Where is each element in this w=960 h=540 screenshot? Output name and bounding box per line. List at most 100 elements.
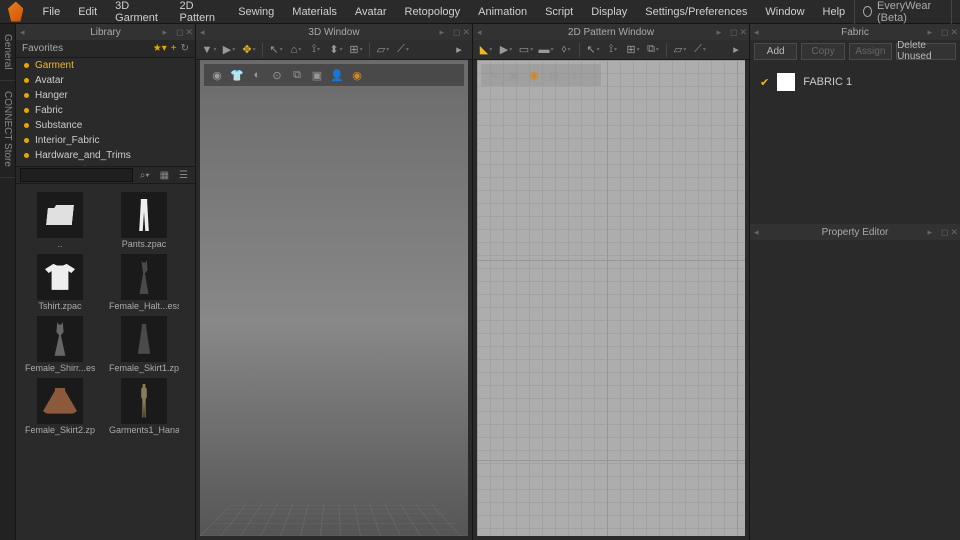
cat-garment[interactable]: Garment bbox=[16, 58, 195, 73]
cat-substance[interactable]: Substance bbox=[16, 118, 195, 133]
tool-2d-sew[interactable]: ⧉▾ bbox=[644, 41, 662, 59]
chevron-right-icon[interactable]: ▸ bbox=[927, 227, 932, 238]
fabric-add-button[interactable]: Add bbox=[754, 43, 797, 60]
shelf2-brush-icon[interactable]: ✎ bbox=[487, 68, 501, 82]
tool-pin[interactable]: ↖▾ bbox=[267, 41, 285, 59]
cat-scene[interactable]: Scene_and_Props bbox=[16, 163, 195, 166]
lib-item-garments1[interactable]: Garments1_Hana.zpac bbox=[104, 378, 184, 436]
tool-iron[interactable]: ▱▾ bbox=[374, 41, 392, 59]
chevron-left-icon[interactable]: ◂ bbox=[200, 27, 205, 38]
tool-select[interactable]: ▶▾ bbox=[220, 41, 238, 59]
grid-icon[interactable]: ▦ bbox=[157, 170, 172, 181]
shelf2-export-icon[interactable]: ⇪ bbox=[567, 68, 581, 82]
3d-viewport[interactable]: ◉ 👕 ◐ ⊙ ⧉ ▣ 👤 ◉ bbox=[200, 60, 468, 536]
add-fav-icon[interactable]: + bbox=[171, 43, 177, 54]
fabric-copy-button[interactable]: Copy bbox=[801, 43, 844, 60]
fabric-delete-button[interactable]: Delete Unused bbox=[896, 43, 956, 60]
popout-icon[interactable]: ◻ bbox=[176, 27, 183, 38]
tool-2d-seam[interactable]: ⊞▾ bbox=[624, 41, 642, 59]
chevron-left-icon[interactable]: ◂ bbox=[20, 27, 25, 38]
close-icon[interactable]: ✕ bbox=[950, 227, 958, 238]
menu-edit[interactable]: Edit bbox=[69, 2, 106, 22]
tab-connect-store[interactable]: CONNECT Store bbox=[0, 81, 15, 178]
popout-icon[interactable]: ◻ bbox=[941, 227, 948, 238]
popout-icon[interactable]: ◻ bbox=[730, 27, 737, 38]
cat-hardware[interactable]: Hardware_and_Trims bbox=[16, 148, 195, 163]
tool-2d-transform[interactable]: ▶▾ bbox=[497, 41, 515, 59]
tool-2d-notch[interactable]: ⟟▾ bbox=[604, 41, 622, 59]
menu-help[interactable]: Help bbox=[814, 2, 855, 22]
tool-more[interactable]: ▸ bbox=[450, 41, 468, 59]
tool-arrange[interactable]: ⊞▾ bbox=[347, 41, 365, 59]
tool-2d-edit[interactable]: ◣▾ bbox=[477, 41, 495, 59]
chevron-right-icon[interactable]: ▸ bbox=[439, 27, 444, 38]
search-icon[interactable]: ⌕▾ bbox=[137, 170, 153, 181]
close-icon[interactable]: ✕ bbox=[185, 27, 193, 38]
menu-window[interactable]: Window bbox=[756, 2, 813, 22]
cat-interior-fabric[interactable]: Interior_Fabric bbox=[16, 133, 195, 148]
tool-mesh[interactable]: ⌂▾ bbox=[287, 41, 305, 59]
2d-viewport[interactable]: ✎ ▣ ◉ ▦ ⇪ bbox=[477, 60, 745, 536]
chevron-right-icon[interactable]: ▸ bbox=[927, 27, 932, 38]
lib-item-pants[interactable]: Pants.zpac bbox=[104, 192, 184, 250]
refresh-icon[interactable]: ↻ bbox=[181, 43, 189, 54]
tool-2d-rect[interactable]: ▬▾ bbox=[537, 41, 555, 59]
shelf2-texture-icon[interactable]: ▣ bbox=[507, 68, 521, 82]
shelf-avatar2-icon[interactable]: 👤 bbox=[330, 68, 344, 82]
shelf2-color-icon[interactable]: ◉ bbox=[527, 68, 541, 82]
search-input[interactable] bbox=[20, 168, 133, 182]
tool-2d-iron[interactable]: ▱▾ bbox=[671, 41, 689, 59]
tool-2d-trace[interactable]: ⟋▾ bbox=[691, 41, 709, 59]
popout-icon[interactable]: ◻ bbox=[453, 27, 460, 38]
shelf-avatar-icon[interactable]: ◐ bbox=[250, 68, 264, 82]
lib-item-halter[interactable]: Female_Halt...ess.zpac bbox=[104, 254, 184, 312]
tool-2d-more[interactable]: ▸ bbox=[727, 41, 745, 59]
list-icon[interactable]: ☰ bbox=[176, 170, 191, 181]
shelf2-grid-icon[interactable]: ▦ bbox=[547, 68, 561, 82]
tool-2d-polygon[interactable]: ▭▾ bbox=[517, 41, 535, 59]
close-icon[interactable]: ✕ bbox=[739, 27, 747, 38]
lib-item-up[interactable]: .. bbox=[20, 192, 100, 250]
tool-measure[interactable]: ⟋▾ bbox=[394, 41, 412, 59]
tab-general[interactable]: General bbox=[0, 24, 15, 81]
close-icon[interactable]: ✕ bbox=[462, 27, 470, 38]
lib-item-tshirt[interactable]: Tshirt.zpac bbox=[20, 254, 100, 312]
popout-icon[interactable]: ◻ bbox=[941, 27, 948, 38]
lib-item-shirr[interactable]: Female_Shirr...ess.zpac bbox=[20, 316, 100, 374]
lib-item-skirt1[interactable]: Female_Skirt1.zpac bbox=[104, 316, 184, 374]
close-icon[interactable]: ✕ bbox=[950, 27, 958, 38]
chevron-right-icon[interactable]: ▸ bbox=[162, 27, 167, 38]
menu-script[interactable]: Script bbox=[536, 2, 582, 22]
tool-gizmo[interactable]: ✥▾ bbox=[240, 41, 258, 59]
menu-materials[interactable]: Materials bbox=[283, 2, 346, 22]
tool-simulate[interactable]: ▼▾ bbox=[200, 41, 218, 59]
shelf-light-icon[interactable]: ◉ bbox=[350, 68, 364, 82]
tool-tack[interactable]: ⟟▾ bbox=[307, 41, 325, 59]
menu-settings[interactable]: Settings/Preferences bbox=[636, 2, 756, 22]
chevron-left-icon[interactable]: ◂ bbox=[754, 227, 759, 238]
cat-avatar[interactable]: Avatar bbox=[16, 73, 195, 88]
lib-item-skirt2[interactable]: Female_Skirt2.zpac bbox=[20, 378, 100, 436]
tool-fold[interactable]: ⬍▾ bbox=[327, 41, 345, 59]
cat-hanger[interactable]: Hanger bbox=[16, 88, 195, 103]
menu-avatar[interactable]: Avatar bbox=[346, 2, 396, 22]
menu-retopology[interactable]: Retopology bbox=[396, 2, 470, 22]
tool-2d-line[interactable]: ↖▾ bbox=[584, 41, 602, 59]
cat-fabric[interactable]: Fabric bbox=[16, 103, 195, 118]
shelf-measure-icon[interactable]: ⧉ bbox=[290, 68, 304, 82]
shelf-joint-icon[interactable]: ⊙ bbox=[270, 68, 284, 82]
tool-2d-dart[interactable]: ⬨▾ bbox=[557, 41, 575, 59]
menu-sewing[interactable]: Sewing bbox=[229, 2, 283, 22]
fabric-assign-button[interactable]: Assign bbox=[849, 43, 892, 60]
menu-animation[interactable]: Animation bbox=[469, 2, 536, 22]
shelf-shirt-icon[interactable]: 👕 bbox=[230, 68, 244, 82]
chevron-left-icon[interactable]: ◂ bbox=[477, 27, 482, 38]
chevron-right-icon[interactable]: ▸ bbox=[716, 27, 721, 38]
menu-file[interactable]: File bbox=[33, 2, 69, 22]
menu-display[interactable]: Display bbox=[582, 2, 636, 22]
chevron-left-icon[interactable]: ◂ bbox=[754, 27, 759, 38]
star-icon[interactable]: ★▾ bbox=[153, 43, 167, 54]
shelf-camera-icon[interactable]: ◉ bbox=[210, 68, 224, 82]
fabric-item[interactable]: ✔ FABRIC 1 bbox=[750, 70, 960, 94]
shelf-render-icon[interactable]: ▣ bbox=[310, 68, 324, 82]
